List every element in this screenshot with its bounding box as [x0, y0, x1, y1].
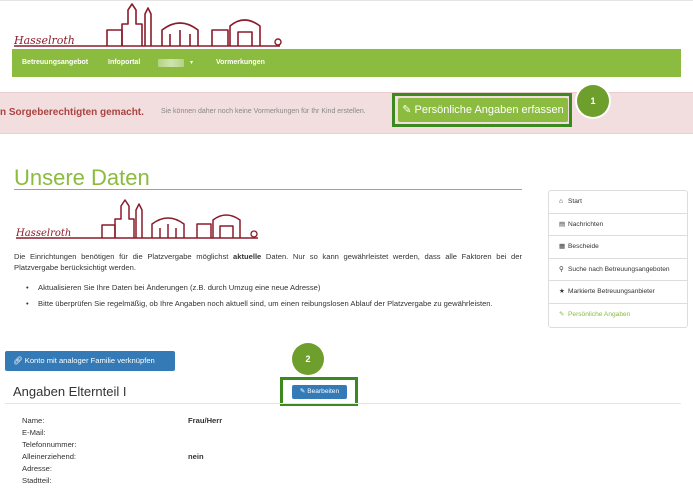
field-label-phone: Telefonnummer:: [22, 440, 77, 449]
side-navigation: ⌂ Start ▤ Nachrichten ▦ Bescheide ⚲ Suche na…: [548, 190, 688, 328]
main-navbar: Betreuungsangebot Infoportal ▾ Vormerkun…: [12, 49, 681, 77]
field-label-name: Name:: [22, 416, 45, 425]
hint-list: • Aktualisieren Sie Ihre Daten bei Änderu…: [24, 282, 522, 314]
page: Hasselroth Betreuungsangebot Infoportal …: [0, 0, 693, 490]
pencil-icon: ✎: [402, 104, 412, 116]
nav-item-betreuungsangebot[interactable]: Betreuungsangebot: [22, 49, 88, 77]
intro-text-before: Die Einrichtungen benötigen für die Plat…: [14, 252, 229, 261]
field-value-name: Frau/Herr: [188, 416, 223, 425]
intro-paragraph: Die Einrichtungen benötigen für die Plat…: [14, 251, 522, 273]
list-item: • Aktualisieren Sie Ihre Daten bei Änderu…: [26, 283, 321, 292]
hasselroth-logo[interactable]: Hasselroth: [12, 0, 282, 50]
search-icon: ⚲: [559, 265, 564, 273]
page-title: Unsere Daten: [14, 165, 150, 190]
pencil-icon: ✎: [299, 388, 306, 395]
star-icon: ★: [559, 288, 565, 296]
field-label-email: E-Mail:: [22, 428, 46, 437]
link-family-account-label: Konto mit analoger Familie verknüpfen: [24, 356, 155, 365]
inbox-icon: ▤: [559, 220, 566, 228]
section-divider: [5, 403, 681, 404]
field-label-single-parent: Alleinerziehend:: [22, 452, 77, 461]
field-label-address: Adresse:: [22, 464, 52, 473]
home-icon: ⌂: [559, 198, 563, 205]
link-family-account-button[interactable]: 🔗︎ Konto mit analoger Familie verknüpfen: [5, 351, 175, 371]
field-value-single-parent: nein: [188, 452, 204, 461]
edit-button-label: Bearbeiten: [307, 388, 340, 395]
nav-item-vormerkungen[interactable]: Vormerkungen: [216, 49, 265, 77]
sidebar-item-bescheide[interactable]: ▦ Bescheide: [549, 236, 687, 259]
sidebar-item-start[interactable]: ⌂ Start: [549, 191, 687, 214]
enter-personal-data-label: Persönliche Angaben erfassen: [414, 104, 564, 116]
step-badge-2: 2: [292, 343, 324, 375]
enter-personal-data-button[interactable]: ✎ Persönliche Angaben erfassen: [398, 98, 568, 122]
sidebar-item-markierte[interactable]: ★ Markierte Betreuungsanbieter: [549, 281, 687, 304]
nav-item-infoportal[interactable]: Infoportal: [108, 49, 140, 77]
intro-text-bold: aktuelle: [233, 252, 262, 261]
list-icon: ▦: [559, 243, 566, 251]
list-item: • Bitte überprüfen Sie regelmäßig, ob Ihr…: [26, 299, 493, 308]
svg-text:Hasselroth: Hasselroth: [13, 34, 75, 47]
sidebar-item-nachrichten[interactable]: ▤ Nachrichten: [549, 214, 687, 237]
pencil-icon: ✎: [559, 310, 565, 318]
alert-bold-text: n Sorgeberechtigten gemacht.: [0, 107, 144, 118]
field-label-district: Stadtteil:: [22, 476, 52, 485]
nav-item-redacted[interactable]: [158, 59, 184, 67]
svg-text:Hasselroth: Hasselroth: [15, 228, 71, 239]
chevron-down-icon[interactable]: ▾: [190, 49, 193, 77]
hasselroth-logo-content: Hasselroth: [15, 199, 258, 239]
title-divider: [14, 189, 522, 190]
step-badge-1: 1: [577, 85, 609, 117]
edit-button[interactable]: ✎ Bearbeiten: [292, 385, 347, 399]
parent-section-title: Angaben Elternteil I: [13, 384, 127, 399]
sidebar-item-suche[interactable]: ⚲ Suche nach Betreuungsangeboten: [549, 259, 687, 282]
link-icon: 🔗︎: [13, 356, 23, 365]
sidebar-item-persoenliche-angaben[interactable]: ✎ Persönliche Angaben: [549, 304, 687, 327]
alert-text: Sie können daher noch keine Vormerkungen…: [161, 108, 366, 115]
